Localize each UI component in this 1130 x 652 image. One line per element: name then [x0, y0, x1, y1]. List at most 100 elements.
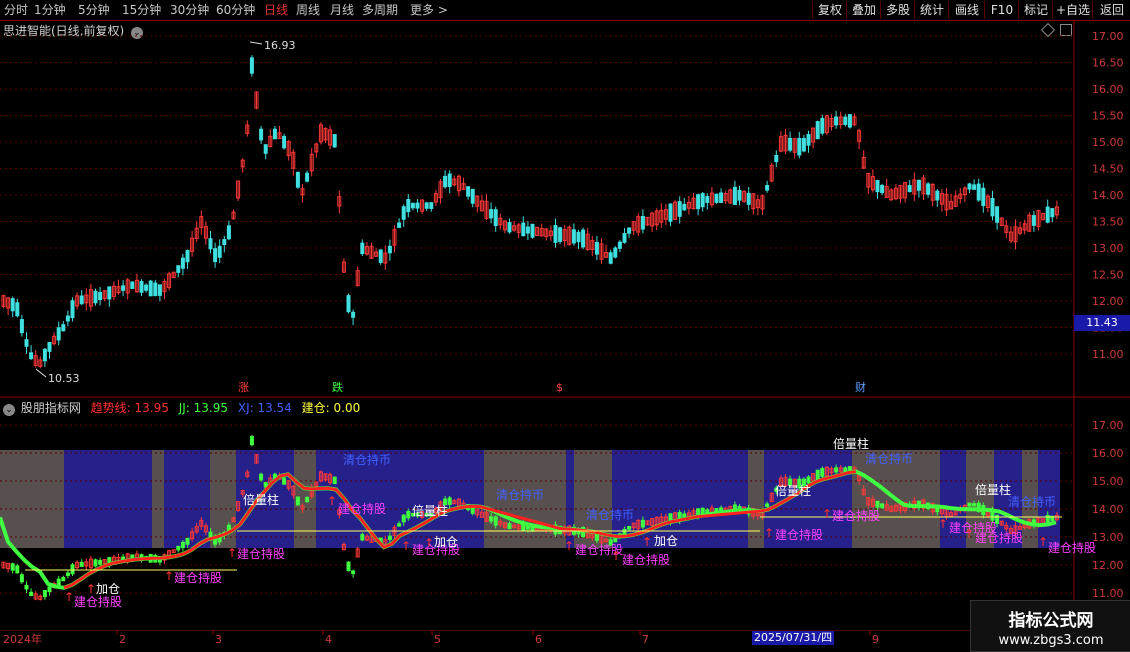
label-qingcang-4: 清仓持币: [865, 451, 913, 466]
tab-1min[interactable]: 1分钟: [34, 2, 66, 18]
svg-text:16.00: 16.00: [1092, 447, 1124, 460]
tab-30min[interactable]: 30分钟: [170, 2, 209, 18]
svg-text:↑: ↑: [227, 546, 237, 560]
draw-line-button[interactable]: 画线: [948, 1, 985, 19]
label-jiancang-4: 建仓持股: [338, 501, 386, 516]
svg-text:9: 9: [872, 633, 879, 646]
svg-text:14.00: 14.00: [1092, 189, 1124, 202]
label-beiliang-5: 倍量柱: [975, 482, 1011, 497]
watermark-logo: 指标公式网 www.zbgs3.com: [970, 600, 1130, 652]
label-jiacang-2: 加仓: [434, 535, 458, 549]
svg-text:↑: ↑: [964, 527, 974, 541]
label-jiancang-8: 建仓持股: [775, 527, 823, 542]
tab-more[interactable]: 更多 >: [410, 2, 448, 18]
back-button[interactable]: 返回: [1092, 1, 1130, 19]
svg-text:16.50: 16.50: [1092, 57, 1124, 70]
tab-60min[interactable]: 60分钟: [216, 2, 255, 18]
svg-text:↑: ↑: [642, 535, 652, 549]
tab-monthly[interactable]: 月线: [330, 2, 354, 18]
multi-stock-button[interactable]: 多股: [880, 1, 915, 19]
tab-5min[interactable]: 5分钟: [78, 2, 110, 18]
svg-text:↑: ↑: [164, 569, 174, 583]
marker-cai: 财: [855, 380, 866, 394]
svg-text:↑: ↑: [401, 539, 411, 553]
svg-text:6: 6: [535, 633, 542, 646]
mark-button[interactable]: 标记: [1018, 1, 1053, 19]
tab-fenshi[interactable]: 分时: [4, 2, 28, 18]
label-jiancang-3: 建仓持股: [237, 546, 285, 561]
label-beiliang-4: 倍量柱: [833, 436, 869, 451]
marker-dollar: $: [556, 381, 563, 394]
svg-text:11.00: 11.00: [1092, 587, 1124, 600]
label-jiancang-9: 建仓持股: [832, 508, 880, 523]
date-axis: 2024年 2 3 4 5 6 7 9: [0, 630, 1130, 646]
tab-daily[interactable]: 日线: [264, 2, 288, 18]
y-axis-indicator: 17.00 16.00 15.00 14.00 13.00 12.00 11.0…: [1092, 419, 1124, 600]
label-jiacang-1: 加仓: [96, 582, 120, 596]
label-jiacang-3: 加仓: [654, 534, 678, 548]
svg-text:↑: ↑: [64, 590, 74, 604]
label-jiancang-12: 建仓持股: [1048, 540, 1096, 555]
candlestick-series: [1, 55, 1059, 369]
label-beiliang-1: 倍量柱: [243, 492, 279, 507]
svg-text:14.50: 14.50: [1092, 163, 1124, 176]
label-jiancang-1: 建仓持股: [74, 594, 122, 609]
svg-text:↑: ↑: [1038, 535, 1048, 549]
svg-text:11.00: 11.00: [1092, 348, 1124, 361]
stats-button[interactable]: 统计: [914, 1, 949, 19]
high-price-label: 16.93: [264, 39, 296, 52]
svg-text:17.00: 17.00: [1092, 419, 1124, 432]
watermark-url: www.zbgs3.com: [998, 633, 1104, 648]
svg-text:3: 3: [215, 633, 222, 646]
svg-text:↑: ↑: [327, 494, 337, 508]
current-price-tag: 11.43: [1074, 315, 1130, 331]
svg-text:13.00: 13.00: [1092, 531, 1124, 544]
event-markers[interactable]: 涨 跌 $ 财: [238, 380, 866, 394]
label-qingcang-2: 清仓持币: [496, 487, 544, 502]
svg-text:17.00: 17.00: [1092, 30, 1124, 43]
svg-text:16.00: 16.00: [1092, 83, 1124, 96]
high-annotation: 16.93: [249, 39, 296, 52]
svg-text:↑: ↑: [424, 536, 434, 550]
svg-text:13.50: 13.50: [1092, 216, 1124, 229]
svg-text:2: 2: [119, 633, 126, 646]
svg-text:15.00: 15.00: [1092, 475, 1124, 488]
tab-15min[interactable]: 15分钟: [122, 2, 161, 18]
svg-text:↑: ↑: [611, 549, 621, 563]
label-beiliang-3: 倍量柱: [775, 483, 811, 498]
label-qingcang-3: 清仓持币: [586, 507, 634, 522]
label-jiancang-2: 建仓持股: [174, 570, 222, 585]
add-watchlist-button[interactable]: +自选: [1052, 1, 1093, 19]
label-beiliang-2: 倍量柱: [412, 503, 448, 518]
f10-button[interactable]: F10: [984, 1, 1019, 19]
main-price-chart[interactable]: 16.93 10.53 17.00 16.50 16.00 15.50 15.0…: [0, 20, 1130, 398]
svg-text:12.00: 12.00: [1092, 295, 1124, 308]
tab-multi-period[interactable]: 多周期: [362, 2, 398, 18]
indicator-chart[interactable]: 清仓持币 清仓持币 清仓持币 清仓持币 清仓持币 建仓持股 建仓持股 建仓持股 …: [0, 398, 1130, 630]
svg-text:↑: ↑: [86, 582, 96, 596]
label-jiancang-11: 建仓持股: [975, 530, 1023, 545]
cursor-date-label: 2025/07/31/四: [752, 631, 835, 645]
tab-weekly[interactable]: 周线: [296, 2, 320, 18]
label-qingcang-1: 清仓持币: [343, 452, 391, 467]
svg-text:↑: ↑: [822, 507, 832, 521]
svg-text:15.00: 15.00: [1092, 136, 1124, 149]
xaxis-2024: 2024年: [3, 632, 42, 646]
svg-text:14.00: 14.00: [1092, 503, 1124, 516]
overlay-button[interactable]: 叠加: [846, 1, 881, 19]
marker-die: 跌: [332, 380, 343, 394]
svg-text:7: 7: [642, 633, 649, 646]
svg-text:5: 5: [434, 633, 441, 646]
price-grid: [0, 35, 1074, 355]
svg-text:↑: ↑: [938, 517, 948, 531]
svg-text:13.00: 13.00: [1092, 242, 1124, 255]
svg-text:↑: ↑: [564, 539, 574, 553]
marker-zhang: 涨: [238, 381, 249, 394]
label-qingcang-5: 清仓持币: [1008, 494, 1056, 509]
fuquan-button[interactable]: 复权: [812, 1, 847, 19]
low-annotation: 10.53: [35, 368, 80, 385]
y-axis-main: 17.00 16.50 16.00 15.50 15.00 14.50 14.0…: [1092, 30, 1124, 361]
svg-text:↑: ↑: [764, 526, 774, 540]
svg-text:15.50: 15.50: [1092, 110, 1124, 123]
watermark-title: 指标公式网: [1008, 611, 1094, 631]
